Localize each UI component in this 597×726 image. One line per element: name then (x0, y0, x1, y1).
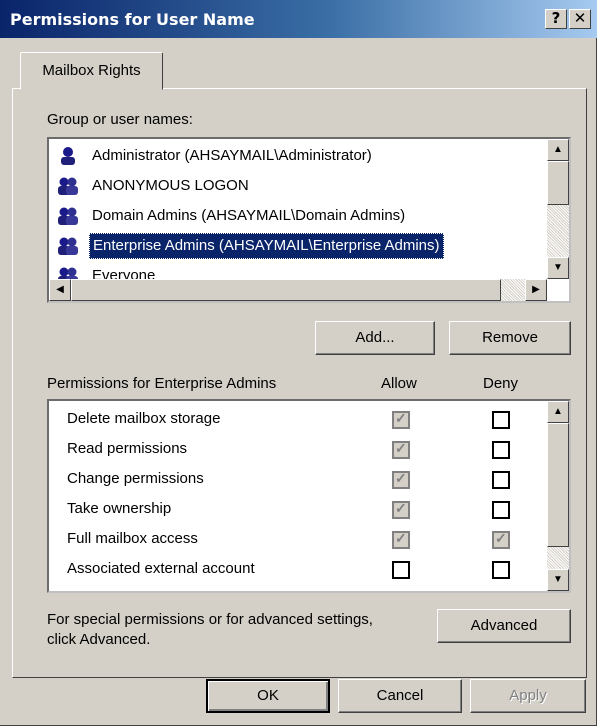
apply-button[interactable]: Apply (470, 679, 586, 713)
group-icon (57, 236, 79, 256)
user-icon (57, 146, 79, 166)
permission-label: Take ownership (67, 500, 172, 517)
permission-row: Full mailbox access (49, 525, 539, 555)
ok-button[interactable]: OK (206, 679, 330, 713)
user-list-item[interactable]: Administrator (AHSAYMAIL\Administrator) (53, 143, 543, 169)
help-button[interactable]: ? (545, 9, 567, 29)
group-or-user-names-label: Group or user names: (47, 111, 193, 128)
permission-label: Full mailbox access (67, 530, 198, 547)
permission-label: Read permissions (67, 440, 188, 457)
deny-header: Deny (483, 375, 519, 392)
title-bar[interactable]: Permissions for User Name ? ✕ (0, 0, 597, 38)
advanced-hint-line1: For special permissions or for advanced … (47, 611, 373, 628)
perm-scroll-up-icon[interactable]: ▲ (547, 401, 569, 423)
permissions-list: Delete mailbox storage Read permissions Ch… (47, 399, 571, 593)
permission-label: Associated external account (67, 560, 255, 577)
hscroll-thumb[interactable] (71, 279, 501, 301)
deny-checkbox[interactable] (492, 501, 510, 519)
advanced-hint-line2: click Advanced. (47, 631, 151, 648)
scroll-right-icon[interactable]: ▶ (525, 279, 547, 301)
user-list-hscrollbar[interactable]: ◀ ▶ (49, 279, 547, 301)
permission-label: Delete mailbox storage (67, 410, 221, 427)
permission-row: Change permissions (49, 465, 539, 495)
scroll-down-icon[interactable]: ▼ (547, 257, 569, 279)
deny-checkbox[interactable] (492, 561, 510, 579)
allow-checkbox[interactable] (392, 440, 410, 459)
group-icon (57, 206, 79, 226)
user-list-item[interactable]: Enterprise Admins (AHSAYMAIL\Enterprise … (53, 233, 543, 259)
user-name: Domain Admins (AHSAYMAIL\Domain Admins) (92, 207, 406, 224)
user-list[interactable]: Administrator (AHSAYMAIL\Administrator) A… (47, 137, 571, 303)
scroll-left-icon[interactable]: ◀ (49, 279, 71, 301)
user-list-item[interactable]: ANONYMOUS LOGON (53, 173, 543, 199)
window-title: Permissions for User Name (10, 10, 255, 29)
tab-mailbox-rights[interactable]: Mailbox Rights (20, 52, 163, 90)
deny-checkbox[interactable] (492, 441, 510, 459)
permissions-vscrollbar[interactable]: ▲ ▼ (547, 401, 569, 591)
add-button[interactable]: Add... (315, 321, 435, 355)
user-list-vscrollbar[interactable]: ▲ ▼ (547, 139, 569, 279)
allow-checkbox[interactable] (392, 470, 410, 489)
allow-checkbox[interactable] (392, 500, 410, 519)
allow-checkbox[interactable] (392, 561, 410, 579)
permission-row: Associated external account (49, 555, 539, 585)
cancel-button[interactable]: Cancel (338, 679, 462, 713)
allow-header: Allow (381, 375, 417, 392)
advanced-button[interactable]: Advanced (437, 609, 571, 643)
user-name: ANONYMOUS LOGON (92, 177, 249, 194)
deny-checkbox[interactable] (492, 530, 510, 549)
permission-row: Read permissions (49, 435, 539, 465)
perm-scroll-thumb[interactable] (547, 423, 569, 547)
user-name: Administrator (AHSAYMAIL\Administrator) (92, 147, 372, 164)
permission-row: Take ownership (49, 495, 539, 525)
deny-checkbox[interactable] (492, 411, 510, 429)
permissions-for-label: Permissions for Enterprise Admins (47, 375, 277, 392)
scroll-thumb[interactable] (547, 161, 569, 205)
scroll-up-icon[interactable]: ▲ (547, 139, 569, 161)
group-icon (57, 176, 79, 196)
user-list-item[interactable]: Domain Admins (AHSAYMAIL\Domain Admins) (53, 203, 543, 229)
remove-button[interactable]: Remove (449, 321, 571, 355)
user-name: Enterprise Admins (AHSAYMAIL\Enterprise … (89, 233, 444, 259)
allow-checkbox[interactable] (392, 530, 410, 549)
allow-checkbox[interactable] (392, 410, 410, 429)
permission-row: Delete mailbox storage (49, 405, 539, 435)
deny-checkbox[interactable] (492, 471, 510, 489)
perm-scroll-down-icon[interactable]: ▼ (547, 569, 569, 591)
permissions-dialog: Permissions for User Name ? ✕ Mailbox Ri… (0, 0, 597, 726)
permission-label: Change permissions (67, 470, 204, 487)
close-button[interactable]: ✕ (569, 9, 591, 29)
tab-panel: Group or user names: Administrator (AHSA… (12, 88, 587, 678)
